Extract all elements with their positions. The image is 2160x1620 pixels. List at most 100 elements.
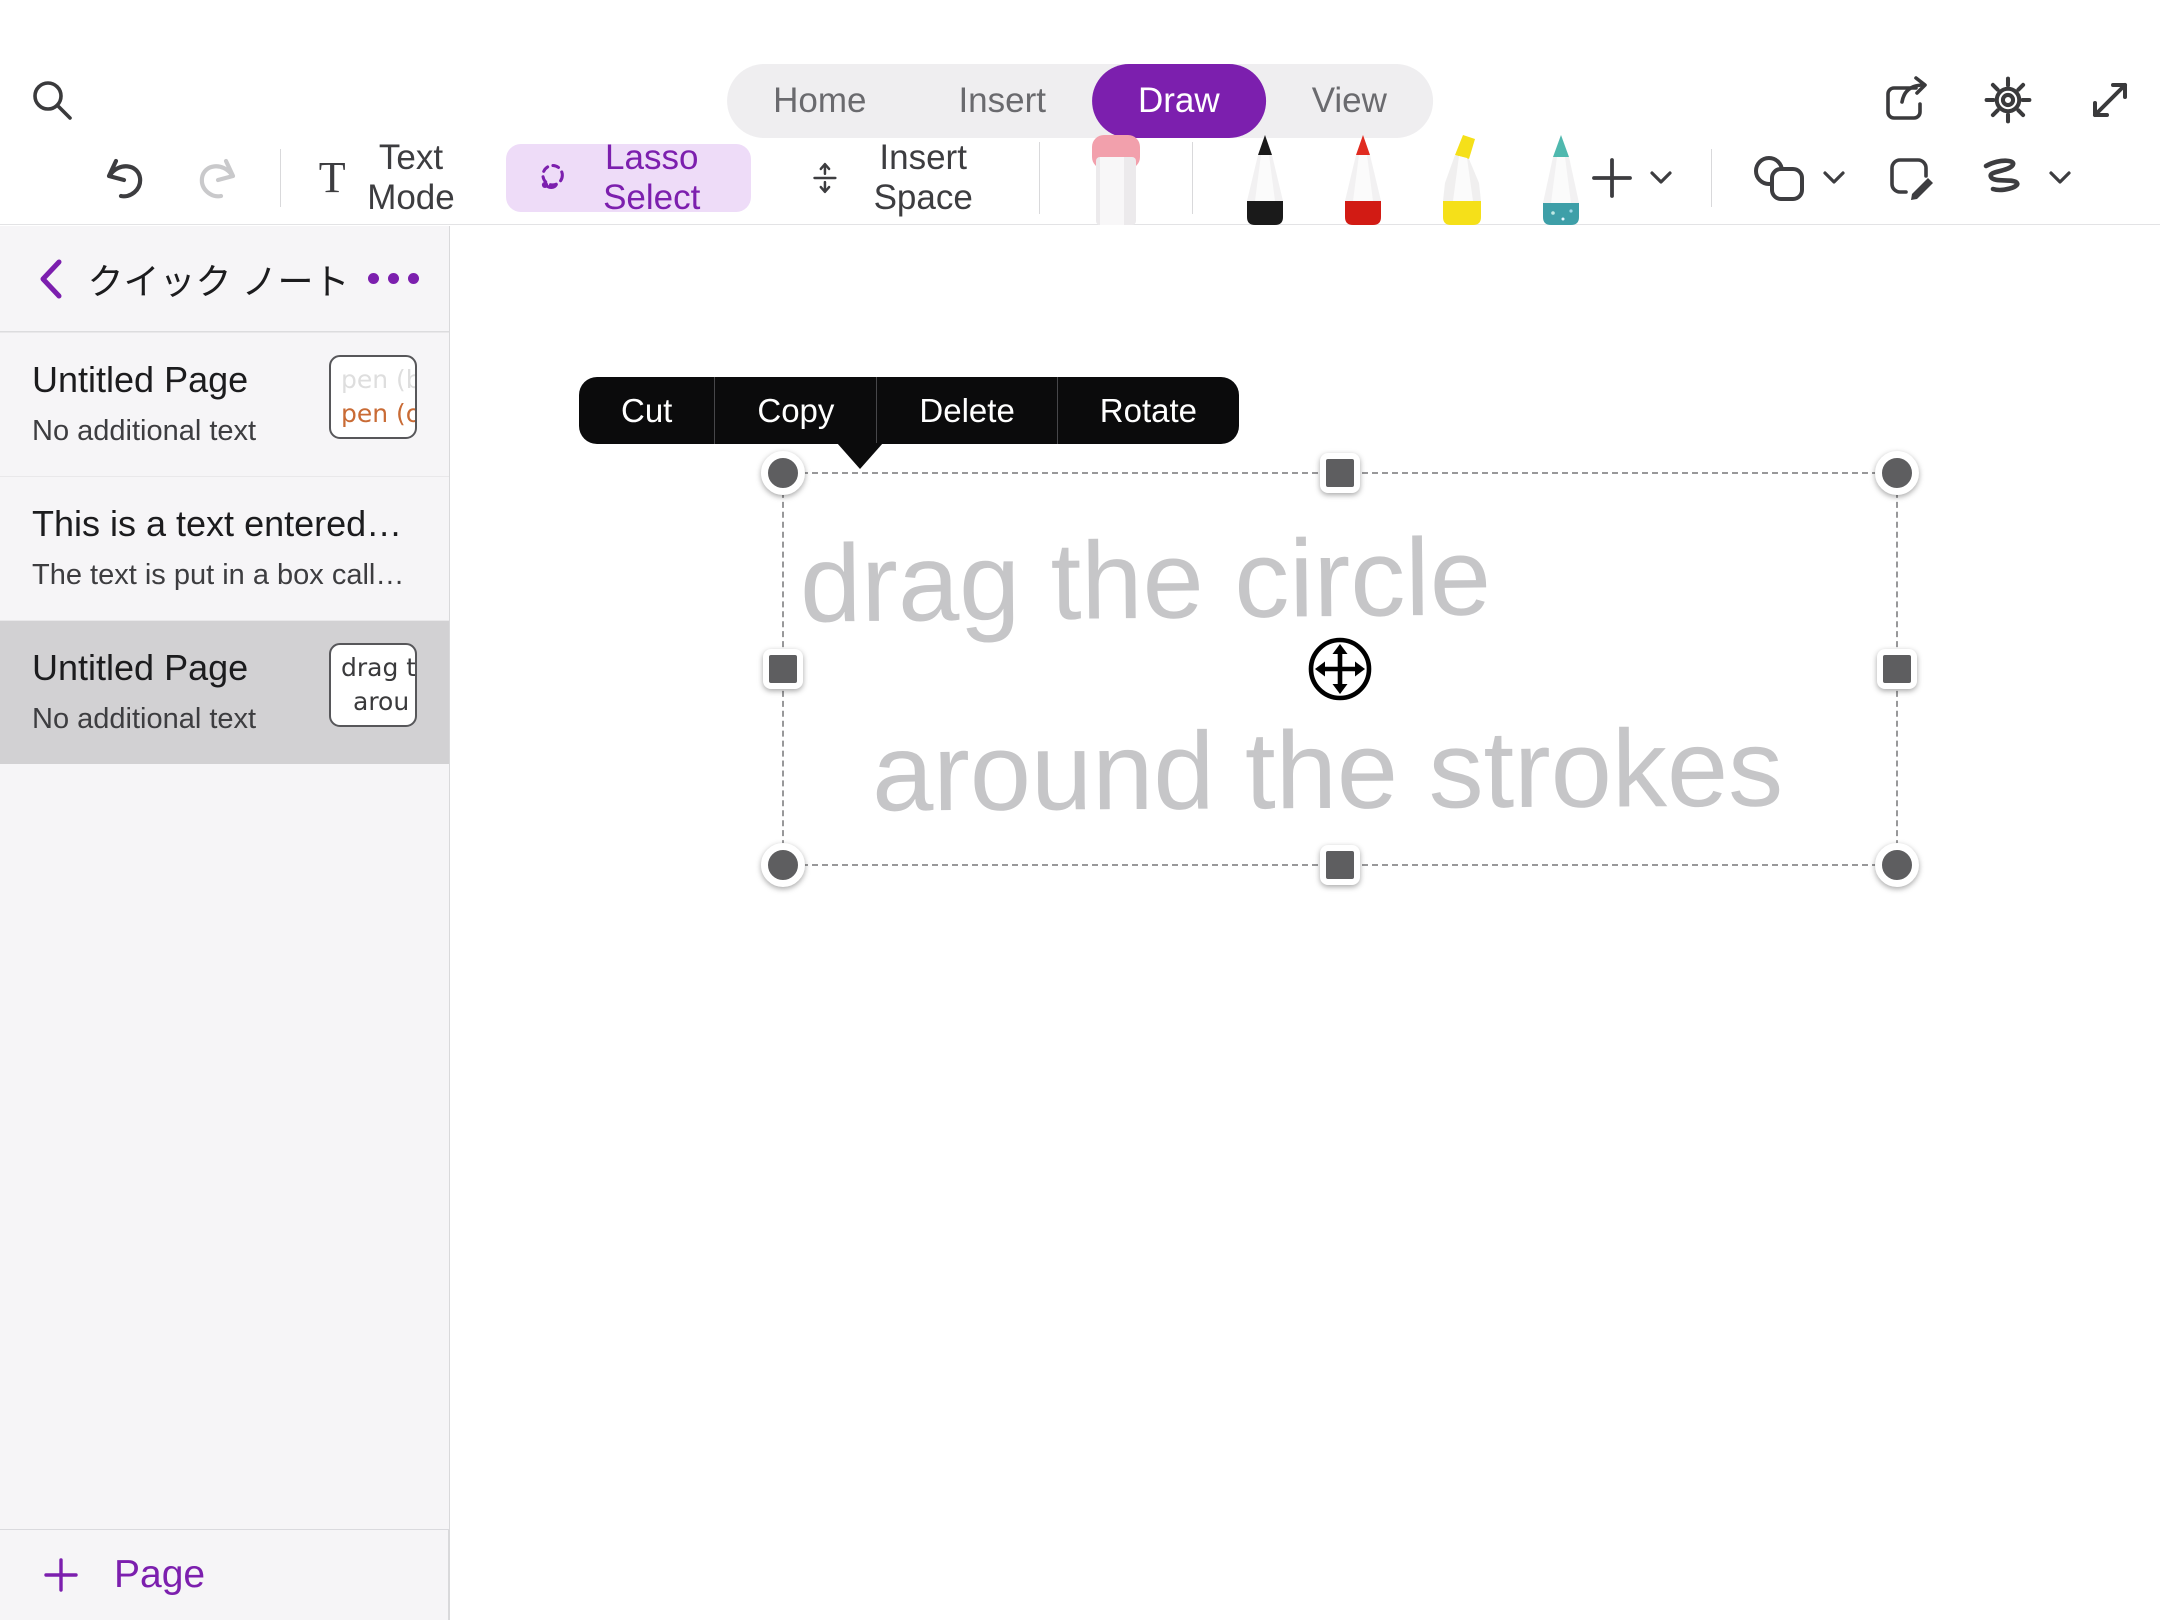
redo-icon [192,153,242,203]
share-icon [1880,74,1932,126]
draw-toolbar: T Text Mode Lasso Select Insert Space [0,130,2160,225]
search-icon [28,76,76,124]
black-pen-tool[interactable] [1237,133,1293,225]
thumb-ink-line: drag t [341,651,415,685]
teal-pen-icon [1533,133,1589,225]
ribbon-tabs: Home Insert Draw View [727,64,1433,138]
add-page-button[interactable]: Page [0,1529,449,1620]
plus-icon [42,1556,80,1594]
chevron-down-icon [1649,170,1673,185]
chevron-down-icon [2048,170,2072,185]
tab-home[interactable]: Home [727,64,912,138]
search-button[interactable] [22,70,82,130]
red-pen-tool[interactable] [1335,133,1391,225]
move-icon [1306,635,1374,703]
page-subtitle: No additional text [32,415,312,448]
tab-insert[interactable]: Insert [912,64,1092,138]
page-thumbnail: pen (bl pen (ora [329,355,417,439]
ink-stroke-text: drag the circle [799,522,1491,639]
insert-space-icon [809,153,841,203]
undo-icon [100,153,150,203]
shapes-button[interactable] [1750,153,1846,203]
note-pencil-icon [1886,154,1938,202]
chevron-down-icon [1822,170,1846,185]
add-page-label: Page [114,1553,205,1597]
black-pen-icon [1237,133,1293,225]
gear-icon [1981,73,2035,127]
ink-effects-button[interactable] [1978,156,2072,200]
copy-menu-item[interactable]: Copy [715,377,876,444]
expand-icon [2085,75,2135,125]
resize-handle-bottom-center[interactable] [1320,845,1360,885]
cut-menu-item[interactable]: Cut [579,377,714,444]
fullscreen-button[interactable] [2080,70,2140,130]
yellow-highlighter-tool[interactable] [1433,133,1491,225]
page-title: Untitled Page [32,647,312,689]
resize-handle-top-right[interactable] [1875,451,1919,495]
toolbar-divider [280,149,281,207]
text-mode-icon: T [319,152,346,203]
thumb-ink-line: pen (ora [341,397,415,431]
share-button[interactable] [1876,70,1936,130]
pen-tray [1084,130,1589,225]
sidebar-header: クイック ノート [0,226,449,332]
ink-stroke-text: around the strokes [872,714,1784,829]
thumb-ink-line: arou [341,685,415,719]
note-canvas[interactable]: Cut Copy Delete Rotate drag the circle a… [451,226,2160,1620]
rotate-menu-item[interactable]: Rotate [1058,377,1239,444]
resize-handle-left-center[interactable] [763,649,803,689]
page-subtitle: The text is put in a box called… [32,559,412,592]
page-list-item[interactable]: Untitled Page No additional text pen (bl… [0,332,449,476]
insert-space-button[interactable]: Insert Space [809,138,991,218]
insert-space-label: Insert Space [855,138,991,218]
chevron-left-icon [37,258,63,300]
resize-handle-bottom-right[interactable] [1875,843,1919,887]
ink-to-text-button[interactable] [1886,154,1938,202]
page-list-item[interactable]: This is a text entered in… The text is p… [0,476,449,620]
page-thumbnail: drag t arou [329,643,417,727]
toolbar-divider [1039,142,1040,214]
page-list-item-selected[interactable]: Untitled Page No additional text drag t … [0,620,449,764]
move-selection-handle[interactable] [1306,635,1374,703]
teal-pen-tool[interactable] [1533,133,1589,225]
red-pen-icon [1335,133,1391,225]
undo-button[interactable] [100,148,150,208]
shapes-icon [1750,153,1808,203]
delete-menu-item[interactable]: Delete [877,377,1056,444]
eraser-tool[interactable] [1084,133,1148,225]
thumb-ink-line: pen (bl [341,363,415,397]
onenote-app: Home Insert Draw View [0,0,2160,1620]
back-button[interactable] [28,249,72,309]
menu-pointer [837,443,883,469]
header: Home Insert Draw View [0,0,2160,225]
add-pen-button[interactable] [1589,155,1673,201]
tab-draw[interactable]: Draw [1092,64,1266,138]
lasso-icon [536,155,568,201]
resize-handle-top-left[interactable] [761,451,805,495]
scribble-icon [1978,156,2034,200]
text-mode-button[interactable]: T Text Mode [319,138,463,218]
ellipsis-icon [368,273,419,284]
lasso-select-label: Lasso Select [582,138,721,218]
redo-button[interactable] [192,148,242,208]
lasso-select-button[interactable]: Lasso Select [506,144,751,212]
settings-button[interactable] [1978,70,2038,130]
resize-handle-top-center[interactable] [1320,453,1360,493]
toolbar-right-group [1589,149,2160,207]
resize-handle-bottom-left[interactable] [761,843,805,887]
more-options-button[interactable] [365,249,421,309]
window-actions [1876,70,2160,130]
page-title: This is a text entered in… [32,503,412,545]
toolbar-divider [1711,149,1712,207]
tab-view[interactable]: View [1266,64,1433,138]
ink-selection-box[interactable]: drag the circle around the strokes [782,472,1898,866]
notebook-title: クイック ノート [72,253,365,305]
page-subtitle: No additional text [32,703,312,736]
page-sidebar: クイック ノート Untitled Page No additional tex… [0,226,450,1620]
resize-handle-right-center[interactable] [1877,649,1917,689]
page-title: Untitled Page [32,359,312,401]
text-mode-label: Text Mode [360,138,463,218]
eraser-icon [1084,133,1148,225]
plus-icon [1589,155,1635,201]
ink-context-menu: Cut Copy Delete Rotate [579,377,1239,444]
